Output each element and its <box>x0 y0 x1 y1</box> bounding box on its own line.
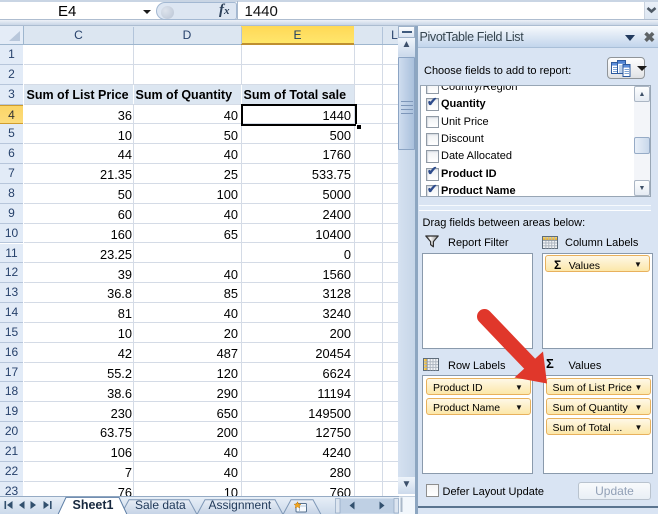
svg-text:Sale data: Sale data <box>135 498 186 512</box>
svg-text:Sheet1: Sheet1 <box>73 498 114 512</box>
svg-text:Assignment: Assignment <box>209 498 272 512</box>
